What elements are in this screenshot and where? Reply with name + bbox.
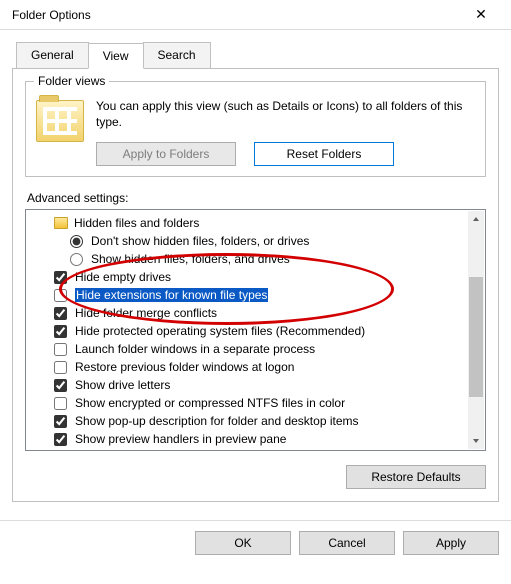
folder-views-description: You can apply this view (such as Details… (96, 98, 475, 130)
check-show-popup-description[interactable]: Show pop-up description for folder and d… (28, 412, 466, 430)
radio-dont-show-hidden[interactable]: Don't show hidden files, folders, or dri… (28, 232, 466, 250)
restore-defaults-button[interactable]: Restore Defaults (346, 465, 486, 489)
check-label: Restore previous folder windows at logon (75, 360, 294, 374)
checkbox-input[interactable] (54, 307, 67, 320)
check-label: Show drive letters (75, 378, 170, 392)
radio-label: Show hidden files, folders, and drives (91, 252, 290, 266)
apply-to-folders-button[interactable]: Apply to Folders (96, 142, 236, 166)
check-hide-merge-conflicts[interactable]: Hide folder merge conflicts (28, 304, 466, 322)
check-label: Show pop-up description for folder and d… (75, 414, 359, 428)
group-label: Hidden files and folders (74, 216, 199, 230)
check-label: Hide folder merge conflicts (75, 306, 217, 320)
scrollbar[interactable] (468, 211, 484, 449)
check-label: Hide extensions for known file types (75, 288, 268, 302)
check-label: Hide protected operating system files (R… (75, 324, 365, 338)
radio-label: Don't show hidden files, folders, or dri… (91, 234, 309, 248)
check-hide-extensions[interactable]: Hide extensions for known file types (28, 286, 466, 304)
check-label: Hide empty drives (75, 270, 171, 284)
radio-show-hidden[interactable]: Show hidden files, folders, and drives (28, 250, 466, 268)
checkbox-input[interactable] (54, 415, 67, 428)
checkbox-input[interactable] (54, 397, 67, 410)
check-label: Show preview handlers in preview pane (75, 432, 286, 446)
tab-panel-view: Folder views You can apply this view (su… (12, 68, 499, 502)
scroll-up-icon[interactable] (468, 211, 484, 227)
check-launch-separate-process[interactable]: Launch folder windows in a separate proc… (28, 340, 466, 358)
cancel-button[interactable]: Cancel (299, 531, 395, 555)
check-hide-protected-os-files[interactable]: Hide protected operating system files (R… (28, 322, 466, 340)
check-label: Launch folder windows in a separate proc… (75, 342, 315, 356)
ok-button[interactable]: OK (195, 531, 291, 555)
check-restore-windows-logon[interactable]: Restore previous folder windows at logon (28, 358, 466, 376)
advanced-settings-label: Advanced settings: (27, 191, 486, 205)
tab-view[interactable]: View (88, 43, 144, 69)
checkbox-input[interactable] (54, 433, 67, 446)
folder-icon (36, 100, 84, 142)
dialog-footer: OK Cancel Apply (0, 520, 511, 565)
scroll-track[interactable] (468, 227, 484, 433)
reset-folders-button[interactable]: Reset Folders (254, 142, 394, 166)
checkbox-input[interactable] (54, 361, 67, 374)
tab-search[interactable]: Search (143, 42, 211, 68)
folder-views-group: Folder views You can apply this view (su… (25, 81, 486, 177)
window-title: Folder Options (12, 8, 91, 22)
close-button[interactable]: ✕ (461, 0, 501, 30)
radio-input[interactable] (70, 253, 83, 266)
checkbox-input[interactable] (54, 325, 67, 338)
tabstrip: General View Search (16, 42, 499, 68)
scroll-down-icon[interactable] (468, 433, 484, 449)
check-show-drive-letters[interactable]: Show drive letters (28, 376, 466, 394)
check-show-encrypted-color[interactable]: Show encrypted or compressed NTFS files … (28, 394, 466, 412)
folder-mini-icon (54, 217, 68, 229)
folder-views-legend: Folder views (34, 74, 109, 88)
radio-input[interactable] (70, 235, 83, 248)
check-show-preview-handlers[interactable]: Show preview handlers in preview pane (28, 430, 466, 448)
advanced-settings-list[interactable]: Hidden files and folders Don't show hidd… (25, 209, 486, 451)
checkbox-input[interactable] (54, 289, 67, 302)
tab-general[interactable]: General (16, 42, 89, 68)
titlebar: Folder Options ✕ (0, 0, 511, 30)
group-hidden-files: Hidden files and folders (28, 214, 466, 232)
apply-button[interactable]: Apply (403, 531, 499, 555)
checkbox-input[interactable] (54, 271, 67, 284)
check-hide-empty-drives[interactable]: Hide empty drives (28, 268, 466, 286)
checkbox-input[interactable] (54, 343, 67, 356)
check-label: Show encrypted or compressed NTFS files … (75, 396, 345, 410)
checkbox-input[interactable] (54, 379, 67, 392)
dialog-content: General View Search Folder views You can… (0, 30, 511, 514)
scroll-thumb[interactable] (469, 277, 483, 397)
